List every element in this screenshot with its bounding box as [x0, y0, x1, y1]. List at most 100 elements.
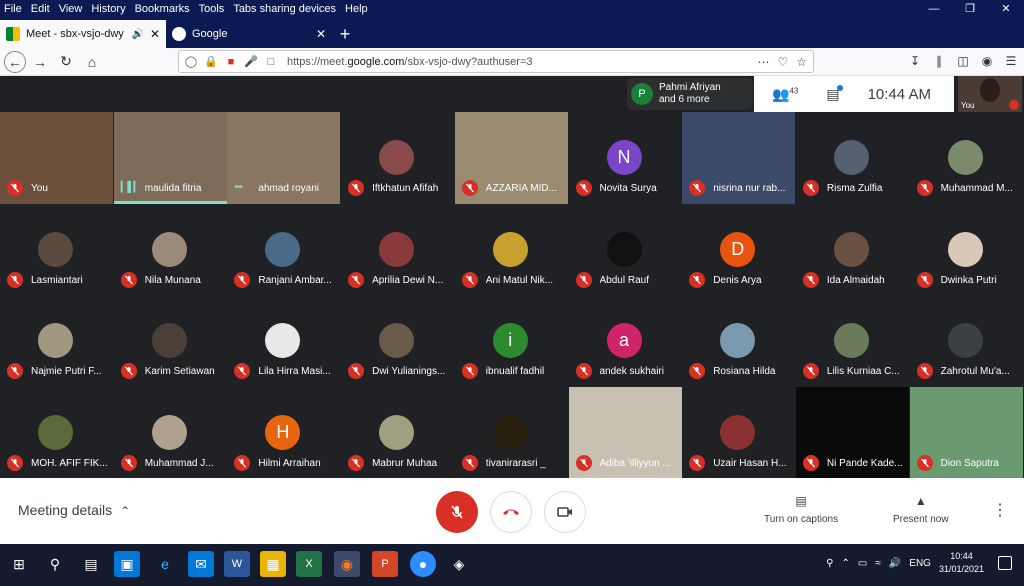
self-view-tile[interactable]: You	[958, 76, 1022, 112]
participant-tile[interactable]: ▎▌▎ maulida fitria	[113, 112, 227, 204]
menu-item-tools[interactable]: Tools	[199, 3, 225, 15]
menu-item-file[interactable]: File	[4, 3, 22, 15]
more-options-icon[interactable]: ⋮	[992, 500, 1008, 520]
pocket-icon[interactable]: ♡	[777, 55, 788, 69]
present-now-button[interactable]: ▲ Present now	[893, 494, 949, 525]
download-icon[interactable]: ↧	[906, 50, 924, 72]
tab-meet[interactable]: Meet - sbx-vsjo-dwy 🔊 ✕	[0, 20, 166, 48]
search-icon[interactable]: ⚲	[42, 551, 68, 577]
participant-tile[interactable]: Rosiana Hilda	[682, 295, 796, 387]
powerpoint-icon[interactable]: P	[372, 551, 398, 577]
participant-tile[interactable]: Karim Setiawan	[113, 295, 227, 387]
participant-tile[interactable]: MOH. AFIF FIK...	[0, 386, 113, 479]
address-bar[interactable]: ◯ 🔒 ■ 🎤 □ https://meet.google.com/sbx-vs…	[178, 50, 814, 73]
reload-button[interactable]: ↻	[54, 50, 78, 74]
participant-tile[interactable]: nisrina nur rab...	[682, 112, 796, 204]
participant-tile[interactable]: Iftkhatun Afifah	[341, 112, 455, 204]
edge-icon[interactable]: e	[152, 551, 178, 577]
store-icon[interactable]: ▣	[114, 551, 140, 577]
close-tab-icon[interactable]: ✕	[316, 27, 326, 41]
page-actions-icon[interactable]: ⋯	[757, 55, 769, 69]
captions-button[interactable]: ▤ Turn on captions	[764, 494, 838, 525]
volume-icon[interactable]: 🔊	[889, 558, 901, 569]
participant-tile[interactable]: Ani Matul Nik...	[454, 203, 568, 296]
participant-tile[interactable]: Zahrotul Mu'a...	[909, 295, 1023, 387]
participant-tile[interactable]: Lasmiantari	[0, 203, 113, 296]
participant-tile[interactable]: Nila Munana	[113, 203, 227, 296]
participant-tile[interactable]: Risma Zulfia	[795, 112, 909, 204]
language-indicator[interactable]: ENG	[909, 558, 931, 569]
lock-icon[interactable]: 🔒	[203, 55, 219, 68]
menu-item-bookmarks[interactable]: Bookmarks	[135, 3, 190, 15]
mic-permission-icon[interactable]: 🎤	[243, 55, 259, 68]
wifi-icon[interactable]: ≈	[875, 558, 881, 569]
people-button[interactable]: 👥43	[772, 86, 798, 103]
camera-toggle-button[interactable]	[544, 491, 586, 533]
participant-tile[interactable]: D Denis Arya	[682, 203, 796, 296]
restore-icon[interactable]: ❐	[952, 0, 988, 18]
new-tab-button[interactable]: +	[332, 20, 358, 48]
participant-tile[interactable]: Muhammad J...	[113, 386, 227, 479]
speaker-icon[interactable]: 🔊	[131, 29, 143, 40]
close-window-icon[interactable]: ✕	[988, 0, 1024, 18]
participant-tile[interactable]: Najmie Putri F...	[0, 295, 113, 387]
chevron-up-icon[interactable]: ⌃	[841, 558, 849, 569]
bookmark-star-icon[interactable]: ☆	[796, 55, 807, 69]
participant-tile[interactable]: Lilis Kurniaa C...	[795, 295, 909, 387]
participant-tile[interactable]: Aprilia Dewi N...	[341, 203, 455, 296]
windows-start-icon[interactable]: ⊞	[6, 551, 32, 577]
participant-tile[interactable]: N Novita Surya	[568, 112, 682, 204]
library-icon[interactable]: ∥	[930, 50, 948, 72]
forward-button[interactable]: →	[28, 50, 52, 74]
system-clock[interactable]: 10:44 31/01/2021	[939, 550, 984, 576]
firefox-icon[interactable]: ◉	[334, 551, 360, 577]
zoom-icon[interactable]: ●	[410, 551, 436, 577]
menu-item-help[interactable]: Help	[345, 3, 368, 15]
presenter-chip[interactable]: P Pahmi Afriyan and 6 more	[627, 78, 753, 110]
back-button[interactable]: ←	[4, 50, 26, 73]
participant-tile[interactable]: Ida Almaidah	[795, 203, 909, 296]
people-tray-icon[interactable]: ⚲	[826, 558, 833, 569]
menu-item-tabs-sharing-devices[interactable]: Tabs sharing devices	[233, 3, 336, 15]
file-explorer-icon[interactable]: ▦	[260, 551, 286, 577]
participant-tile[interactable]: H Hilmi Arraihan	[227, 386, 341, 479]
tab-google[interactable]: Google ✕	[166, 20, 332, 48]
chat-button[interactable]: ▤	[826, 84, 843, 103]
battery-icon[interactable]: ▭	[858, 558, 867, 569]
participant-tile[interactable]: a andek sukhairi	[568, 295, 682, 387]
participant-tile[interactable]: Ni Pande Kade...	[795, 386, 909, 479]
participant-tile[interactable]: Lila Hirra Masi...	[227, 295, 341, 387]
menu-item-history[interactable]: History	[91, 3, 125, 15]
mail-icon[interactable]: ✉	[188, 551, 214, 577]
account-icon[interactable]: ◉	[978, 50, 996, 72]
menu-item-edit[interactable]: Edit	[31, 3, 50, 15]
sidebar-icon[interactable]: ◫	[954, 50, 972, 72]
participant-tile[interactable]: Dion Saputra	[909, 386, 1023, 479]
participant-tile[interactable]: Dwi Yulianings...	[341, 295, 455, 387]
participant-tile[interactable]: Mabrur Muhaa	[341, 386, 455, 479]
chat-permission-icon[interactable]: □	[263, 56, 279, 68]
participant-tile[interactable]: ••• ahmad royani	[227, 112, 341, 204]
close-tab-icon[interactable]: ✕	[150, 27, 160, 41]
participant-tile[interactable]: tivanirarasri _	[454, 386, 568, 479]
home-button[interactable]: ⌂	[80, 50, 104, 74]
participant-tile[interactable]: AZZARIA MID...	[454, 112, 568, 204]
participant-tile[interactable]: Muhammad M...	[909, 112, 1023, 204]
word-icon[interactable]: W	[224, 551, 250, 577]
shield-icon[interactable]: ◯	[183, 55, 199, 68]
participant-tile[interactable]: Adiba 'illiyyun ...	[568, 386, 682, 479]
notification-icon[interactable]	[998, 556, 1012, 570]
microphone-toggle-button[interactable]	[436, 491, 478, 533]
participant-tile[interactable]: Ranjani Ambar...	[227, 203, 341, 296]
camera-permission-icon[interactable]: ■	[223, 56, 239, 68]
menu-icon[interactable]: ☰	[1002, 50, 1020, 72]
menu-item-view[interactable]: View	[59, 3, 83, 15]
excel-icon[interactable]: X	[296, 551, 322, 577]
participant-tile[interactable]: Uzair Hasan H...	[682, 386, 796, 479]
paint-icon[interactable]: ◈	[446, 551, 472, 577]
task-view-icon[interactable]: ▤	[78, 551, 104, 577]
participant-tile[interactable]: Abdul Rauf	[568, 203, 682, 296]
minimize-icon[interactable]: —	[916, 0, 952, 18]
meeting-details-button[interactable]: Meeting details ⌃	[18, 502, 130, 518]
participant-tile[interactable]: Dwinka Putri	[909, 203, 1023, 296]
